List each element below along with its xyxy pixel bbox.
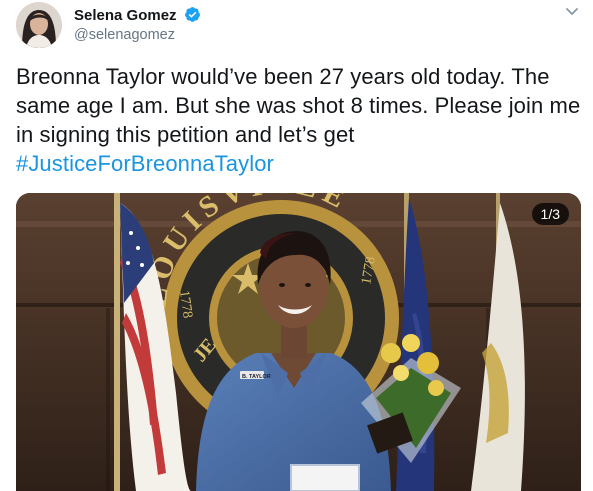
verified-badge-icon [185,7,200,22]
tweet-text-line: Breonna Taylor would’ve been 27 years ol… [16,64,550,89]
tweet-text: Breonna Taylor would’ve been 27 years ol… [16,62,581,178]
media-photo: LOUISVILLE 1778 1778 JE [16,193,581,491]
tweet-header: Selena Gomez @selenagomez [16,2,581,48]
author-handle[interactable]: @selenagomez [74,26,201,45]
chevron-down-icon[interactable] [563,2,581,20]
avatar-photo [16,2,62,48]
hashtag-link[interactable]: #JusticeForBreonnaTaylor [16,149,581,178]
tweet-media[interactable]: LOUISVILLE 1778 1778 JE [16,193,581,491]
shirt-name-tag: B. TAYLOR [242,374,271,380]
media-counter: 1/3 [531,203,569,225]
author-display-name[interactable]: Selena Gomez [74,7,177,24]
certificate [290,464,360,491]
tweet-text-line: same age I am. But she was shot 8 times.… [16,93,581,118]
avatar[interactable] [16,2,62,48]
tweet-text-line: in signing this petition and let’s get [16,122,355,147]
